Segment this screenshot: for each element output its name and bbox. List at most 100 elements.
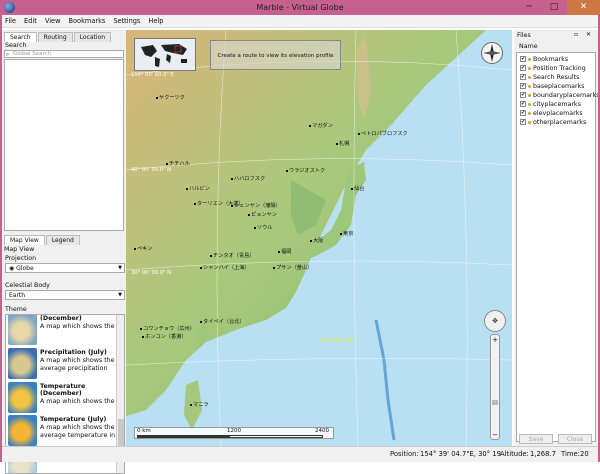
files-list[interactable]: ✔ Bookmarks ✔ Position Tracking ✔ Search Re… <box>516 52 599 442</box>
menu-bookmarks[interactable]: Bookmarks <box>65 15 108 28</box>
place-label[interactable]: ハルビン <box>186 185 210 192</box>
place-label[interactable]: タイペイ（台北） <box>200 318 245 325</box>
place-label[interactable]: 東京 <box>340 230 353 237</box>
chevron-down-icon: ▼ <box>118 292 122 298</box>
zoom-in-icon[interactable]: + <box>491 336 499 344</box>
menu-file[interactable]: File <box>2 15 19 28</box>
theme-description: A map which shows the average temperatur… <box>40 424 116 439</box>
theme-thumbnail <box>8 348 37 379</box>
checkbox-checked-icon[interactable]: ✔ <box>520 74 526 80</box>
file-item-bookmarks[interactable]: ✔ Bookmarks <box>520 56 568 64</box>
menu-bar: File Edit View Bookmarks Settings Help <box>0 15 600 28</box>
files-panel-title: Files <box>517 32 531 39</box>
dock-close-icon[interactable]: ✕ <box>586 31 591 38</box>
place-label[interactable]: 大阪 <box>310 237 323 244</box>
place-label[interactable]: ペトロパブロフスク <box>358 130 408 137</box>
world-map-icon <box>135 39 195 70</box>
place-label[interactable]: ターリエン（大連） <box>194 200 244 207</box>
place-label[interactable]: プサン（釜山） <box>273 264 312 271</box>
projection-select[interactable]: ◉ Globe ▼ <box>5 263 125 273</box>
save-button[interactable]: Save <box>519 434 553 444</box>
position-label: Position: <box>390 450 419 458</box>
place-label[interactable]: ホンコン（香港） <box>142 333 187 340</box>
place-label[interactable]: 仙台 <box>351 185 364 192</box>
theme-description: A map which shows the <box>40 323 115 330</box>
tab-search[interactable]: Search <box>4 32 37 42</box>
menu-view[interactable]: View <box>42 15 64 28</box>
overview-world-map[interactable] <box>134 38 196 71</box>
elevation-profile-panel[interactable]: Create a route to view its elevation pro… <box>210 40 341 70</box>
place-label[interactable]: チチハル <box>166 160 190 167</box>
marble-globe-icon[interactable] <box>4 2 15 13</box>
latitude-grid-label: 30° 00' 00.0" N <box>131 270 171 276</box>
checkbox-checked-icon[interactable]: ✔ <box>520 101 526 107</box>
file-item-elevplacemarks[interactable]: ✔ elevplacemarks <box>520 110 583 118</box>
file-item-cityplacemarks[interactable]: ✔ cityplacemarks <box>520 101 581 109</box>
theme-item[interactable]: (December) A map which shows the <box>6 315 116 346</box>
checkbox-checked-icon[interactable]: ✔ <box>520 92 526 98</box>
tab-map-view[interactable]: Map View <box>4 235 45 245</box>
checkbox-checked-icon[interactable]: ✔ <box>520 56 526 62</box>
checkbox-checked-icon[interactable]: ✔ <box>520 110 526 116</box>
zoom-slider-knob[interactable] <box>492 400 498 405</box>
place-label[interactable]: ハバロフスク <box>231 175 265 182</box>
place-label[interactable]: コワンチョウ（広州） <box>140 325 195 332</box>
theme-name: Precipitation (July) <box>40 349 107 356</box>
search-input[interactable]: ⌕ Global Search <box>4 50 124 58</box>
tab-legend[interactable]: Legend <box>45 235 80 245</box>
altitude-value: 1,268.7 <box>530 450 556 458</box>
scale-label: 1200 <box>227 428 241 434</box>
menu-settings[interactable]: Settings <box>110 15 143 28</box>
theme-thumbnail <box>8 415 37 446</box>
close-window-button[interactable]: ✕ <box>567 0 600 15</box>
latitude-grid-label: 40° 00' 00.0" N <box>131 167 171 173</box>
place-label[interactable]: 札幌 <box>336 140 349 147</box>
search-results-list[interactable] <box>4 59 124 231</box>
time-value: 20 <box>580 450 589 458</box>
close-file-button[interactable]: Close <box>558 434 592 444</box>
zoom-out-icon[interactable]: − <box>491 431 499 439</box>
tab-routing[interactable]: Routing <box>37 32 73 42</box>
menu-edit[interactable]: Edit <box>21 15 40 28</box>
maximize-button[interactable]: □ <box>542 0 566 15</box>
file-item-baseplacemarks[interactable]: ✔ baseplacemarks <box>520 83 584 91</box>
menu-help[interactable]: Help <box>145 15 166 28</box>
place-label[interactable]: ペキン <box>134 245 152 252</box>
theme-item[interactable]: Precipitation (July) A map which shows t… <box>6 347 116 380</box>
place-label[interactable]: ヤクーツク <box>156 94 185 101</box>
place-label[interactable]: チンタオ（青島） <box>210 252 255 259</box>
theme-thumbnail <box>8 315 37 345</box>
place-label[interactable]: マガダン <box>309 122 333 129</box>
place-label[interactable]: Yuju Hoshito <box>321 338 353 344</box>
place-label[interactable]: 福岡 <box>278 248 291 255</box>
place-label[interactable]: シャンハイ（上海） <box>200 264 250 271</box>
search-placeholder: Global Search <box>13 51 52 57</box>
pan-navigation-control[interactable]: ✥ <box>484 310 506 332</box>
globe-map-view[interactable]: 150° 00' 00.0" E 40° 00' 00.0" N 30° 00'… <box>126 30 512 446</box>
minimize-button[interactable]: ─ <box>517 0 541 15</box>
celestial-body-select[interactable]: Earth ▼ <box>5 290 125 300</box>
dock-float-icon[interactable]: ▫ <box>574 31 578 38</box>
scale-label: 0 km <box>137 428 151 434</box>
files-column-header: Name <box>519 43 538 50</box>
search-icon: ⌕ <box>6 51 10 58</box>
theme-item[interactable]: Temperature (July) A map which shows the… <box>6 414 116 447</box>
file-item-position-tracking[interactable]: ✔ Position Tracking <box>520 65 586 73</box>
checkbox-checked-icon[interactable]: ✔ <box>520 119 526 125</box>
place-label[interactable]: ウラジオストク <box>286 167 325 174</box>
file-item-otherplacemarks[interactable]: ✔ otherplacemarks <box>520 119 586 127</box>
place-label[interactable]: ピョンヤン <box>248 211 277 218</box>
compass-icon[interactable] <box>481 42 503 64</box>
tab-location[interactable]: Location <box>73 32 112 42</box>
file-item-search-results[interactable]: ✔ Search Results <box>520 74 579 82</box>
longitude-grid-label: 150° 00' 00.0" E <box>131 72 174 78</box>
theme-item[interactable]: Temperature (December) A map which shows… <box>6 381 116 414</box>
projection-value: Globe <box>16 265 34 272</box>
zoom-slider[interactable]: + − <box>490 334 500 440</box>
checkbox-checked-icon[interactable]: ✔ <box>520 83 526 89</box>
file-item-boundaryplacemarks[interactable]: ✔ boundaryplacemarks <box>520 92 599 100</box>
place-label[interactable]: ソウル <box>254 224 273 231</box>
place-label[interactable]: マニラ <box>190 401 209 408</box>
theme-thumbnail <box>8 382 37 413</box>
checkbox-checked-icon[interactable]: ✔ <box>520 65 526 71</box>
